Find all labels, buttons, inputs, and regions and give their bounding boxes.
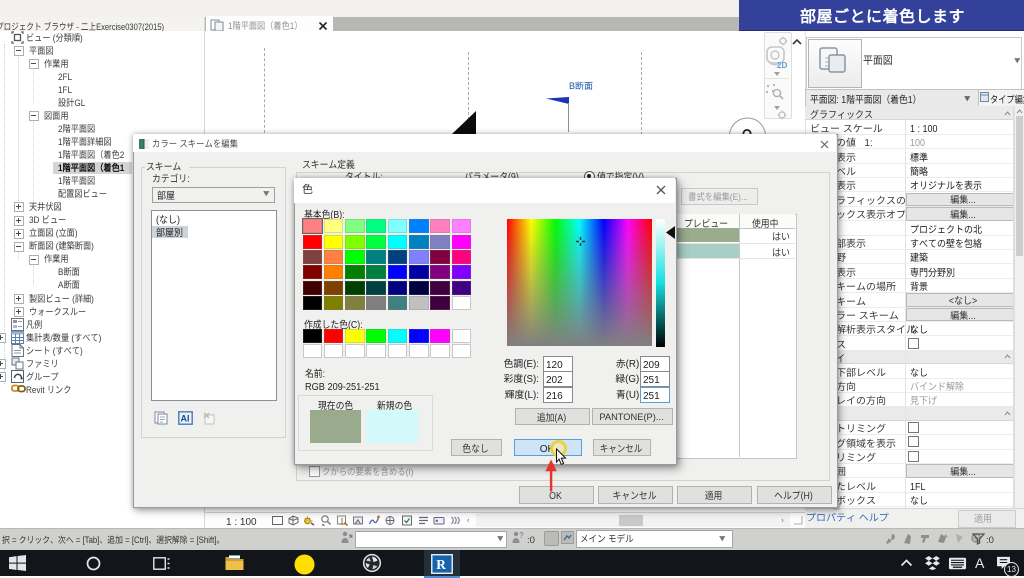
svg-text:R: R [436, 557, 446, 572]
svg-text:2D: 2D [777, 60, 787, 70]
svg-text:?: ? [519, 530, 524, 541]
svg-text:AI: AI [181, 412, 190, 425]
